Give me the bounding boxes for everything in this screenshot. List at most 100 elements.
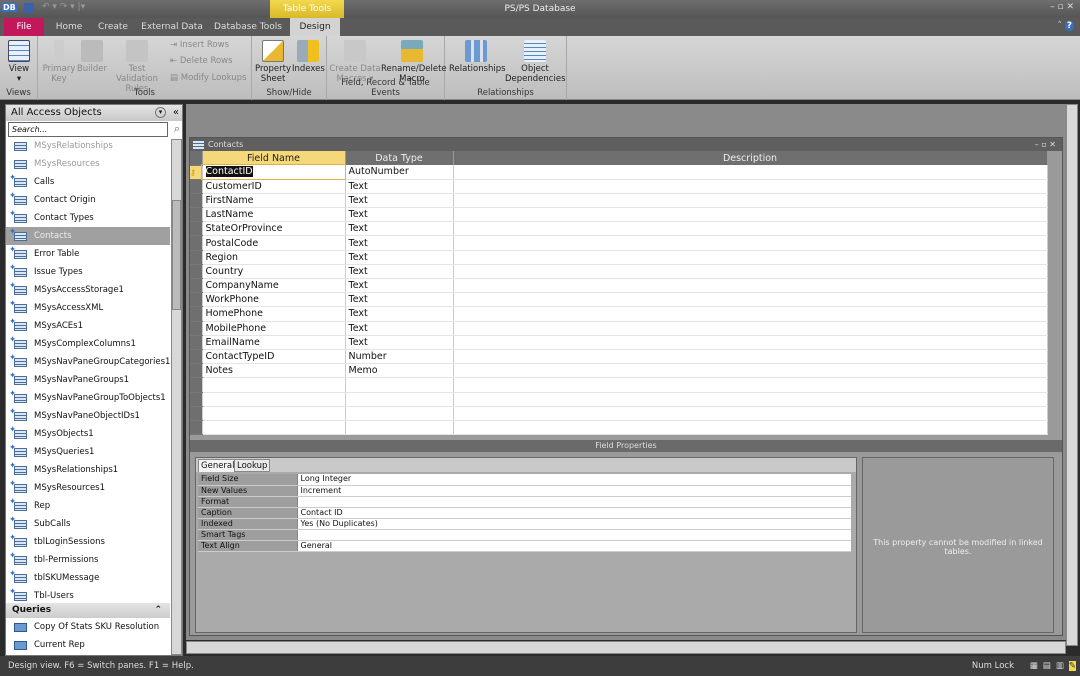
col-field-name[interactable]: Field Name — [202, 151, 346, 165]
tab-file[interactable]: File — [4, 18, 44, 36]
tab-design[interactable]: Design — [290, 18, 340, 36]
row-selector[interactable] — [190, 179, 203, 194]
row-selector[interactable] — [190, 349, 203, 365]
field-name-cell[interactable]: PostalCode — [202, 235, 346, 251]
primary-key-button[interactable]: Primary Key — [42, 40, 76, 84]
field-name-cell[interactable]: WorkPhone — [202, 292, 346, 308]
row-selector[interactable] — [190, 264, 203, 280]
nav-item-table[interactable]: ✦ Issue Types — [6, 263, 170, 281]
data-type-cell[interactable]: Text — [345, 207, 454, 223]
nav-item-table[interactable]: ✦ MSysNavPaneGroups1 — [6, 371, 170, 389]
window-controls[interactable]: – ▫ ✕ — [1050, 2, 1074, 12]
nav-item-table[interactable]: ✦ Contact Origin — [6, 191, 170, 209]
data-type-cell[interactable] — [345, 392, 454, 407]
field-name-cell[interactable]: Notes — [202, 363, 346, 379]
nav-item-query[interactable]: Copy Of Stats SKU Resolution — [6, 618, 170, 636]
field-row[interactable] — [190, 377, 1048, 393]
field-row[interactable]: ContactTypeID Number — [190, 349, 1048, 365]
field-row[interactable]: MobilePhone Text — [190, 321, 1048, 336]
nav-item-query[interactable]: Current Rep — [6, 636, 170, 654]
field-name-cell[interactable]: CustomerID — [202, 179, 346, 194]
modify-lookups-button[interactable]: ▤ Modify Lookups — [170, 73, 246, 83]
field-row[interactable]: LastName Text — [190, 207, 1048, 223]
nav-item-table[interactable]: MSysResources — [6, 155, 170, 173]
window-controls[interactable]: – ▫ ✕ — [1035, 138, 1056, 151]
row-selector[interactable] — [190, 250, 203, 265]
field-row[interactable]: ⚷ ContactID AutoNumber — [190, 163, 1048, 181]
field-row[interactable] — [190, 420, 1048, 436]
row-selector[interactable] — [190, 420, 203, 436]
data-type-cell[interactable]: Memo — [345, 363, 454, 379]
property-value[interactable]: Increment — [296, 485, 851, 497]
description-cell[interactable] — [453, 250, 1048, 265]
description-cell[interactable] — [453, 264, 1048, 280]
field-row[interactable]: WorkPhone Text — [190, 292, 1048, 308]
data-type-cell[interactable]: AutoNumber — [345, 165, 454, 180]
property-value[interactable]: Long Integer — [296, 474, 851, 486]
description-cell[interactable] — [453, 221, 1048, 237]
field-row[interactable]: CompanyName Text — [190, 278, 1048, 294]
queries-header[interactable]: Queries ⌃ — [6, 603, 170, 618]
tab-create[interactable]: Create — [92, 18, 134, 36]
search-input[interactable]: Search... — [8, 122, 168, 137]
data-type-cell[interactable]: Text — [345, 221, 454, 237]
row-selector[interactable] — [190, 292, 203, 308]
search-icon[interactable]: ⌕ — [174, 122, 180, 136]
description-cell[interactable] — [453, 363, 1048, 379]
help-icon[interactable]: ˄ ? — [1057, 21, 1074, 31]
data-type-cell[interactable]: Text — [345, 193, 454, 209]
main-hscrollbar[interactable] — [186, 641, 1066, 654]
data-type-cell[interactable]: Text — [345, 264, 454, 280]
data-type-cell[interactable]: Text — [345, 335, 454, 350]
property-value[interactable]: Contact ID — [296, 507, 851, 519]
builder-button[interactable]: Builder — [76, 40, 108, 74]
nav-item-table[interactable]: ✦ Contact Types — [6, 209, 170, 227]
nav-item-table[interactable]: ✦ MSysRelationships1 — [6, 461, 170, 479]
nav-item-table[interactable]: ✦ Contacts — [6, 227, 170, 245]
data-type-cell[interactable] — [345, 406, 454, 421]
nav-scrollbar[interactable] — [171, 139, 182, 655]
tab-external-data[interactable]: External Data — [138, 18, 206, 36]
nav-item-table[interactable]: ✦ Rep — [6, 497, 170, 515]
tab-general[interactable]: General — [198, 459, 238, 472]
description-cell[interactable] — [453, 335, 1048, 350]
col-data-type[interactable]: Data Type — [345, 151, 454, 165]
field-name-cell[interactable]: StateOrProvince — [202, 221, 346, 237]
field-row[interactable]: FirstName Text — [190, 193, 1048, 209]
row-selector[interactable] — [190, 221, 203, 237]
nav-item-table[interactable]: ✦ tbl-Permissions — [6, 551, 170, 569]
data-type-cell[interactable]: Text — [345, 306, 454, 322]
delete-rows-button[interactable]: ⇤ Delete Rows — [170, 56, 233, 66]
property-value[interactable] — [296, 496, 851, 508]
field-row[interactable]: Region Text — [190, 250, 1048, 265]
row-selector[interactable] — [190, 363, 203, 379]
insert-rows-button[interactable]: ⇥ Insert Rows — [170, 40, 229, 50]
description-cell[interactable] — [453, 406, 1048, 421]
nav-item-table[interactable]: ✦ MSysNavPaneGroupToObjects1 — [6, 389, 170, 407]
tab-database-tools[interactable]: Database Tools — [210, 18, 286, 36]
row-selector[interactable] — [190, 392, 203, 407]
description-cell[interactable] — [453, 207, 1048, 223]
field-name-cell[interactable] — [202, 377, 346, 393]
field-row[interactable]: Country Text — [190, 264, 1048, 280]
row-selector[interactable] — [190, 207, 203, 223]
nav-item-table[interactable]: ✦ MSysResources1 — [6, 479, 170, 497]
tab-home[interactable]: Home — [50, 18, 88, 36]
row-selector[interactable] — [190, 235, 203, 251]
nav-item-table[interactable]: ✦ MSysAccessXML — [6, 299, 170, 317]
description-cell[interactable] — [453, 179, 1048, 194]
nav-item-table[interactable]: ✦ MSysQueries1 — [6, 443, 170, 461]
description-cell[interactable] — [453, 321, 1048, 336]
data-type-cell[interactable]: Text — [345, 235, 454, 251]
nav-item-table[interactable]: ✦ Error Table — [6, 245, 170, 263]
data-type-cell[interactable] — [345, 377, 454, 393]
data-type-cell[interactable]: Text — [345, 278, 454, 294]
indexes-button[interactable]: Indexes — [292, 40, 325, 74]
field-name-cell[interactable]: EmailName — [202, 335, 346, 350]
field-name-cell[interactable]: ContactID — [201, 163, 346, 181]
object-dependencies-button[interactable]: Object Dependencies — [505, 40, 566, 84]
field-row[interactable]: Notes Memo — [190, 363, 1048, 379]
data-type-cell[interactable]: Text — [345, 179, 454, 194]
data-type-cell[interactable]: Text — [345, 321, 454, 336]
field-name-cell[interactable]: ContactTypeID — [202, 349, 346, 365]
